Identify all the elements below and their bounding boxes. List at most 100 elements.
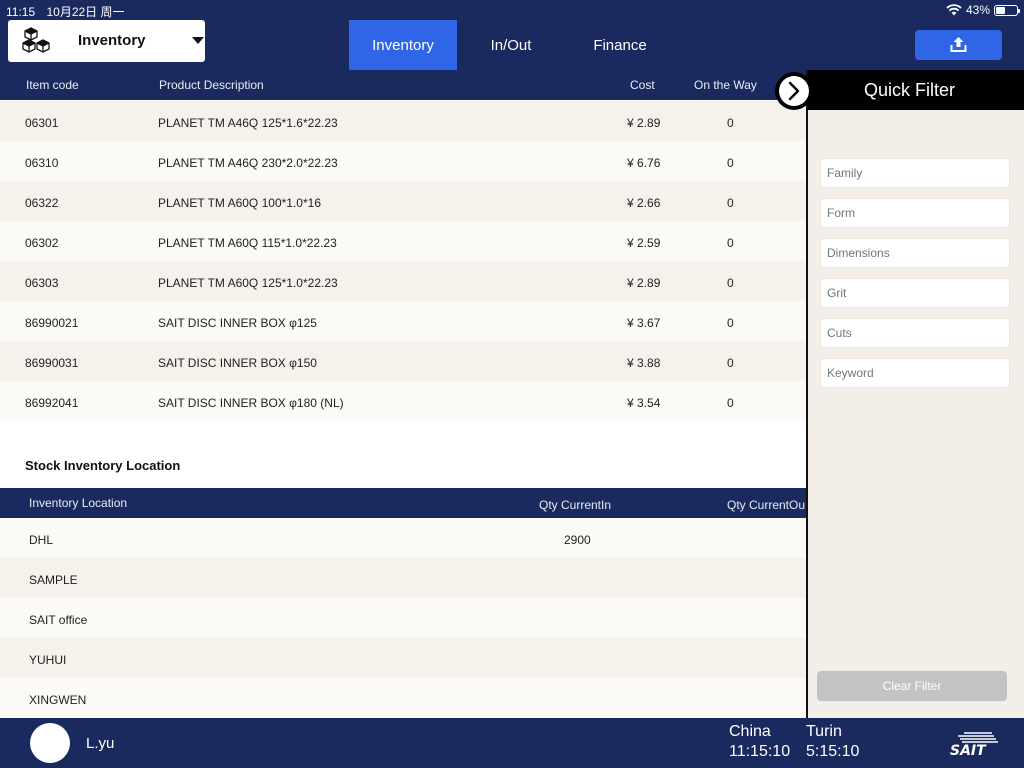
chevron-right-icon <box>788 81 800 101</box>
panel-toggle-button[interactable] <box>775 72 813 110</box>
col-qty-current-out: Qty CurrentOu <box>727 498 806 512</box>
status-left: 11:15 10月22日 周一 <box>6 3 133 20</box>
cell-cost: ¥ 2.89 <box>627 276 661 290</box>
cell-qty-current-in: 2900 <box>564 533 591 547</box>
status-right: 43% <box>946 3 1020 17</box>
app-screen: 11:15 10月22日 周一 43% Inventory Inventory … <box>0 0 1024 768</box>
filter-dimensions-input[interactable] <box>820 238 1010 268</box>
cell-location: DHL <box>29 533 54 547</box>
cell-on-the-way: 0 <box>727 156 734 170</box>
table-row[interactable]: 06301 PLANET TM A46Q 125*1.6*22.23 ¥ 2.89 0 <box>0 101 806 141</box>
battery-fill <box>996 6 1005 14</box>
cell-cost: ¥ 3.67 <box>627 316 661 330</box>
main-content: Item code Product Description Cost On th… <box>0 70 806 718</box>
tab-finance[interactable]: Finance <box>573 20 667 70</box>
clear-filter-button[interactable]: Clear Filter <box>817 671 1007 701</box>
cell-cost: ¥ 2.89 <box>627 116 661 130</box>
col-on-the-way: On the Way <box>694 78 757 92</box>
cell-on-the-way: 0 <box>727 196 734 210</box>
module-selector[interactable]: Inventory <box>8 20 205 62</box>
cell-product-description: SAIT DISC INNER BOX φ150 <box>158 356 317 370</box>
caret-down-icon <box>192 37 204 44</box>
list-item[interactable]: YUHUI <box>0 638 806 678</box>
cell-product-description: SAIT DISC INNER BOX φ125 <box>158 316 317 330</box>
cell-cost: ¥ 3.88 <box>627 356 661 370</box>
filter-keyword-input[interactable] <box>820 358 1010 388</box>
col-cost: Cost <box>630 78 655 92</box>
cell-on-the-way: 0 <box>727 356 734 370</box>
cell-item-code: 06310 <box>25 156 59 170</box>
cell-item-code: 06301 <box>25 116 59 130</box>
cell-on-the-way: 0 <box>727 276 734 290</box>
sait-logo: SAIT <box>950 732 998 757</box>
list-item[interactable]: SAIT office <box>0 598 806 638</box>
sait-logo-text: SAIT <box>950 743 987 757</box>
top-header: 11:15 10月22日 周一 43% Inventory Inventory … <box>0 0 1024 70</box>
cell-cost: ¥ 3.54 <box>627 396 661 410</box>
list-item[interactable]: DHL 2900 <box>0 518 806 558</box>
cell-product-description: PLANET TM A60Q 125*1.0*22.23 <box>158 276 338 290</box>
cell-on-the-way: 0 <box>727 236 734 250</box>
tab-inventory[interactable]: Inventory <box>349 20 457 70</box>
cell-cost: ¥ 6.76 <box>627 156 661 170</box>
cell-product-description: PLANET TM A46Q 125*1.6*22.23 <box>158 116 338 130</box>
battery-percent: 43% <box>965 3 990 17</box>
upload-button[interactable] <box>915 30 1002 60</box>
cell-item-code: 06303 <box>25 276 59 290</box>
battery-icon <box>994 4 1020 16</box>
status-date: 10月22日 周一 <box>46 5 125 19</box>
table-row[interactable]: 06302 PLANET TM A60Q 115*1.0*22.23 ¥ 2.59 0 <box>0 221 806 261</box>
clock-china: China 11:15:10 <box>729 722 790 762</box>
cell-item-code: 06322 <box>25 196 59 210</box>
cell-location: SAMPLE <box>29 573 78 587</box>
cell-item-code: 86990021 <box>25 316 79 330</box>
col-inventory-location: Inventory Location <box>29 496 128 510</box>
avatar[interactable] <box>30 723 70 763</box>
table-row[interactable]: 86992041 SAIT DISC INNER BOX φ180 (NL) ¥ 3… <box>0 381 806 421</box>
cell-on-the-way: 0 <box>727 116 734 130</box>
list-item[interactable]: XINGWEN <box>0 678 806 718</box>
cell-cost: ¥ 2.66 <box>627 196 661 210</box>
wifi-icon <box>946 4 962 16</box>
clock-turin-time: 5:15:10 <box>806 743 860 760</box>
col-qty-current-in: Qty CurrentIn <box>539 498 612 512</box>
clock-china-city: China <box>729 723 771 740</box>
table-row[interactable]: 86990031 SAIT DISC INNER BOX φ150 ¥ 3.88 0 <box>0 341 806 381</box>
status-time: 11:15 <box>6 5 36 19</box>
list-item[interactable]: SAMPLE <box>0 558 806 598</box>
clock-turin: Turin 5:15:10 <box>806 722 859 762</box>
cell-item-code: 06302 <box>25 236 59 250</box>
cell-location: YUHUI <box>29 653 67 667</box>
quick-filter-header: Quick Filter <box>808 70 1024 110</box>
clock-china-time: 11:15:10 <box>729 743 791 760</box>
filter-cuts-input[interactable] <box>820 318 1010 348</box>
stock-table-header: Inventory Location Qty CurrentIn Qty Cur… <box>0 488 806 518</box>
module-selector-label: Inventory <box>78 32 146 49</box>
cell-on-the-way: 0 <box>727 316 734 330</box>
stock-section-title: Stock Inventory Location <box>25 458 181 473</box>
status-bar: 11:15 10月22日 周一 43% <box>0 0 1024 20</box>
cell-location: XINGWEN <box>29 693 87 707</box>
cubes-icon <box>22 27 50 53</box>
cell-item-code: 86992041 <box>25 396 79 410</box>
table-row[interactable]: 06303 PLANET TM A60Q 125*1.0*22.23 ¥ 2.89 0 <box>0 261 806 301</box>
table-row[interactable]: 06310 PLANET TM A46Q 230*2.0*22.23 ¥ 6.76 0 <box>0 141 806 181</box>
filter-grit-input[interactable] <box>820 278 1010 308</box>
quick-filter-title: Quick Filter <box>864 80 956 100</box>
cell-product-description: PLANET TM A60Q 115*1.0*22.23 <box>158 236 337 250</box>
username: L.yu <box>86 735 115 752</box>
cell-product-description: PLANET TM A60Q 100*1.0*16 <box>158 196 321 210</box>
filter-form-input[interactable] <box>820 198 1010 228</box>
cell-cost: ¥ 2.59 <box>627 236 661 250</box>
col-product-description: Product Description <box>159 78 264 92</box>
table-row[interactable]: 06322 PLANET TM A60Q 100*1.0*16 ¥ 2.66 0 <box>0 181 806 221</box>
cell-location: SAIT office <box>29 613 88 627</box>
quick-filter-panel: Quick Filter Clear Filter <box>806 70 1024 718</box>
table-row[interactable]: 86990021 SAIT DISC INNER BOX φ125 ¥ 3.67 0 <box>0 301 806 341</box>
upload-icon <box>950 37 967 52</box>
cell-on-the-way: 0 <box>727 396 734 410</box>
tab-in-out[interactable]: In/Out <box>466 20 556 70</box>
filter-family-input[interactable] <box>820 158 1010 188</box>
clock-turin-city: Turin <box>806 723 842 740</box>
cell-product-description: SAIT DISC INNER BOX φ180 (NL) <box>158 396 344 410</box>
